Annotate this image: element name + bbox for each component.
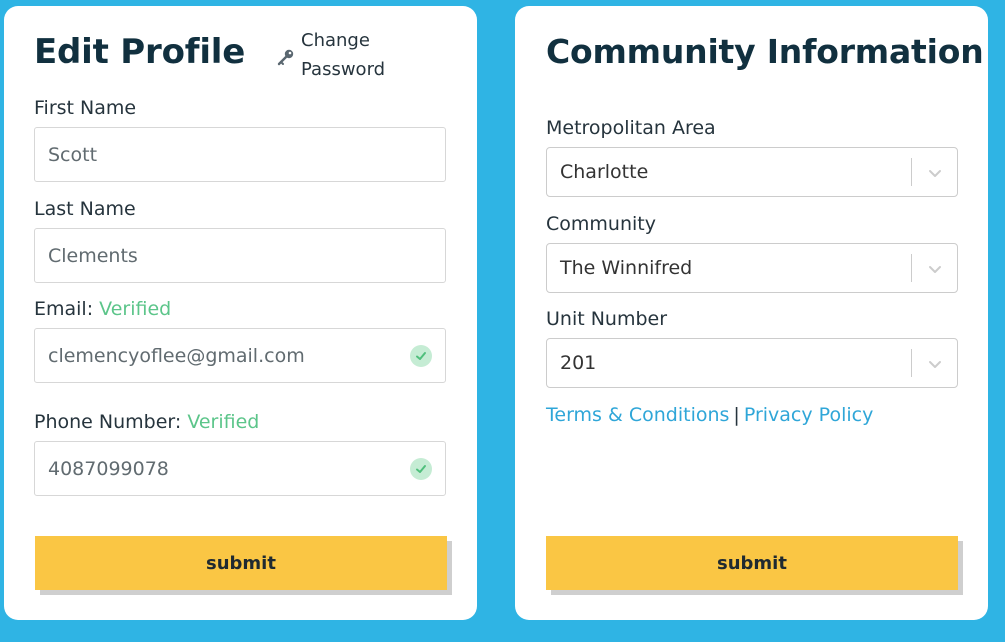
community-submit-button[interactable]: submit [546, 536, 958, 590]
phone-label: Phone Number: [34, 411, 182, 433]
profile-submit-button[interactable]: submit [35, 536, 447, 590]
change-password-link[interactable]: Change Password [276, 26, 391, 84]
phone-value: 4087099078 [48, 457, 169, 480]
first-name-value: Scott [48, 143, 98, 166]
first-name-field[interactable]: Scott [34, 127, 446, 182]
community-title: Community Information [546, 32, 984, 71]
privacy-link[interactable]: Privacy Policy [744, 404, 873, 426]
chevron-down-icon[interactable] [927, 356, 943, 372]
unit-number-select[interactable]: 201 [546, 338, 958, 388]
email-value: clemencyoflee@gmail.com [48, 344, 305, 367]
email-verified-status: Verified [99, 298, 172, 320]
community-value: The Winnifred [560, 257, 693, 279]
check-circle-icon [410, 345, 432, 367]
email-label: Email: [34, 298, 94, 320]
email-label-row: Email: Verified [34, 298, 171, 320]
community-select[interactable]: The Winnifred [546, 243, 958, 293]
terms-link[interactable]: Terms & Conditions [546, 404, 729, 426]
unit-number-value: 201 [560, 352, 597, 374]
metro-label: Metropolitan Area [546, 117, 716, 139]
last-name-value: Clements [48, 244, 138, 267]
metro-select[interactable]: Charlotte [546, 147, 958, 197]
unit-number-label: Unit Number [546, 308, 668, 330]
chevron-down-icon[interactable] [927, 261, 943, 277]
check-circle-icon [410, 458, 432, 480]
chevron-down-icon[interactable] [927, 165, 943, 181]
legal-links: Terms & Conditions | Privacy Policy [546, 404, 873, 426]
phone-verified-status: Verified [187, 411, 260, 433]
change-password-label: Change Password [301, 30, 386, 80]
last-name-label: Last Name [34, 198, 136, 220]
key-icon [277, 49, 294, 66]
phone-field[interactable]: 4087099078 [34, 441, 446, 496]
first-name-label: First Name [34, 97, 137, 119]
community-label: Community [546, 213, 656, 235]
edit-profile-card: Edit Profile Change Password First Name … [4, 6, 477, 620]
metro-value: Charlotte [560, 161, 649, 183]
link-separator: | [733, 404, 740, 426]
select-separator [911, 349, 912, 377]
email-field[interactable]: clemencyoflee@gmail.com [34, 328, 446, 383]
edit-profile-title: Edit Profile [34, 32, 246, 72]
select-separator [911, 158, 912, 186]
community-card: Community Information Metropolitan Area … [515, 6, 988, 620]
phone-label-row: Phone Number: Verified [34, 411, 259, 433]
select-separator [911, 254, 912, 282]
last-name-field[interactable]: Clements [34, 228, 446, 283]
